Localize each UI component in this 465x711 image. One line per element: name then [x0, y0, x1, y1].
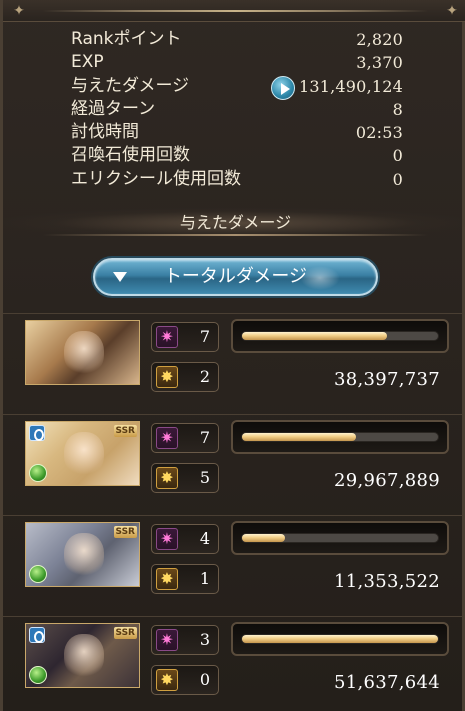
ssr-badge: SSR [113, 425, 137, 437]
charge-attack-icon: ✸ [156, 669, 178, 691]
stat-value: 0 [392, 169, 403, 189]
ougi-count-value: 1 [199, 569, 210, 588]
character-row: SSR ✷ 3 ✸ 0 51,637,644 [3, 616, 465, 711]
star-burst-icon: ✷ [156, 427, 178, 449]
ougi-count: ✸ 5 [151, 463, 219, 493]
damage-bar-fill [242, 534, 286, 542]
ougi-count-value: 0 [199, 670, 210, 689]
top-ornament: ✦ ✦ [3, 0, 465, 22]
charge-attack-icon: ✸ [156, 568, 178, 590]
ring-icon [29, 627, 45, 643]
chevron-down-icon [113, 272, 127, 282]
attack-count: ✷ 4 [151, 524, 219, 554]
total-damage-label: トータルダメージ [163, 266, 308, 287]
damage-section-header: 与えたダメージ [3, 208, 465, 238]
attack-count: ✷ 3 [151, 625, 219, 655]
star-burst-icon: ✷ [156, 629, 178, 651]
damage-value: 11,353,522 [333, 571, 440, 592]
section-title: 与えたダメージ [179, 213, 292, 232]
charge-attack-icon: ✸ [156, 467, 178, 489]
character-row: SSR ✷ 4 ✸ 1 11,353,522 [3, 515, 465, 610]
attack-count-value: 7 [199, 327, 210, 346]
star-burst-icon: ✷ [156, 528, 178, 550]
attack-count-value: 3 [199, 630, 210, 649]
battle-result-panel: ✦ ✦ Rankポイント 2,820 EXP 3,370 与えたダメージ 131… [0, 0, 465, 711]
wind-element-icon [29, 565, 47, 583]
stat-value: 8 [392, 99, 403, 119]
stat-battle-time: 討伐時間 02:53 [71, 121, 403, 144]
attack-count-value: 4 [199, 529, 210, 548]
character-portrait[interactable] [25, 320, 140, 385]
stat-value: 0 [392, 146, 403, 166]
stat-damage-dealt: 与えたダメージ 131,490,124 [71, 75, 403, 100]
character-row: ✷ 7 ✸ 2 38,397,737 [3, 313, 465, 408]
stat-value: 131,490,124 [299, 76, 403, 96]
ougi-count-value: 5 [199, 468, 210, 487]
stat-label: 経過ターン [71, 98, 156, 119]
total-damage-button[interactable]: トータルダメージ [93, 258, 378, 296]
character-portrait[interactable]: SSR [25, 421, 140, 486]
damage-value: 38,397,737 [333, 369, 440, 390]
stat-value: 2,820 [356, 30, 403, 49]
play-icon[interactable] [271, 75, 295, 100]
attack-count: ✷ 7 [151, 322, 219, 352]
damage-value: 29,967,889 [333, 470, 440, 491]
ssr-badge: SSR [113, 627, 137, 639]
stat-label: 与えたダメージ [71, 75, 190, 96]
ring-icon [29, 425, 45, 441]
character-row: SSR ✷ 7 ✸ 5 29,967,889 [3, 414, 465, 509]
attack-count: ✷ 7 [151, 423, 219, 453]
stat-label: エリクシール使用回数 [71, 168, 241, 189]
attack-count-value: 7 [199, 428, 210, 447]
wind-element-icon [29, 464, 47, 482]
damage-bar [231, 319, 449, 353]
stat-label: 召喚石使用回数 [71, 145, 190, 166]
ougi-count: ✸ 0 [151, 665, 219, 695]
stat-rank-points: Rankポイント 2,820 [71, 28, 403, 51]
stat-label: Rankポイント [71, 29, 182, 49]
ougi-count-value: 2 [199, 367, 210, 386]
character-portrait[interactable]: SSR [25, 522, 140, 587]
wind-element-icon [29, 666, 47, 684]
damage-bar-fill [242, 332, 388, 340]
result-stats: Rankポイント 2,820 EXP 3,370 与えたダメージ 131,490… [71, 28, 403, 191]
ougi-count: ✸ 1 [151, 564, 219, 594]
stat-value: 3,370 [356, 53, 403, 73]
ougi-count: ✸ 2 [151, 362, 219, 392]
damage-bar [231, 521, 449, 555]
ornament-cap-right-icon: ✦ [446, 3, 458, 19]
stat-turns-elapsed: 経過ターン 8 [71, 98, 403, 121]
stat-elixir-uses: エリクシール使用回数 0 [71, 168, 403, 191]
ssr-badge: SSR [113, 526, 137, 538]
damage-bar [231, 420, 449, 454]
ornament-cap-left-icon: ✦ [13, 3, 25, 19]
damage-bar [231, 622, 449, 656]
stat-label: EXP [71, 52, 104, 73]
stat-value: 02:53 [355, 123, 403, 143]
damage-bar-fill [242, 635, 438, 643]
stat-summon-uses: 召喚石使用回数 0 [71, 144, 403, 167]
damage-value: 51,637,644 [333, 672, 440, 693]
star-burst-icon: ✷ [156, 326, 178, 348]
character-portrait[interactable]: SSR [25, 623, 140, 688]
stat-label: 討伐時間 [71, 122, 139, 143]
damage-bar-fill [242, 433, 356, 441]
charge-attack-icon: ✸ [156, 366, 178, 388]
stat-exp: EXP 3,370 [71, 51, 403, 74]
